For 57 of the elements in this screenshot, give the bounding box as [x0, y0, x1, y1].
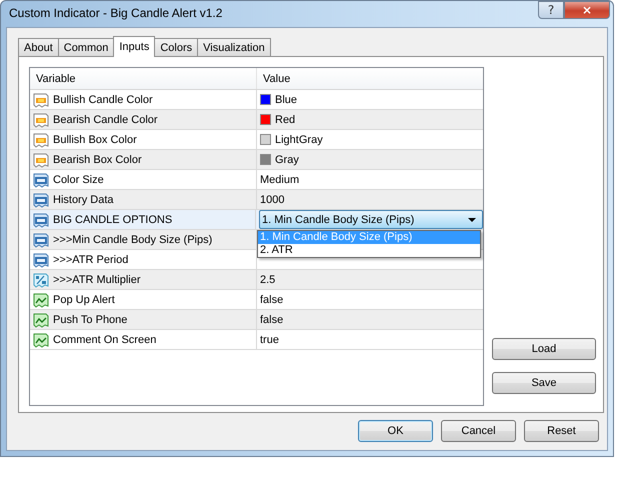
- side-button[interactable]: Load: [492, 338, 596, 360]
- variable-name: Bullish Candle Color: [53, 94, 153, 106]
- tab[interactable]: Visualization: [197, 38, 271, 56]
- variable-name: Color Size: [53, 174, 104, 186]
- table-row[interactable]: >>>ATR Multiplier 2.5: [30, 270, 483, 290]
- variable-value: 1000: [260, 194, 284, 206]
- variable-value: LightGray: [275, 134, 323, 146]
- variable-name: History Data: [53, 194, 114, 206]
- table-row[interactable]: Bearish Box Color Gray: [30, 150, 483, 170]
- variable-value: 2.5: [260, 274, 276, 286]
- tab[interactable]: About: [18, 38, 59, 56]
- variable-name: >>>ATR Multiplier: [53, 274, 141, 286]
- tab[interactable]: Inputs: [113, 36, 156, 57]
- variable-value: false: [260, 294, 284, 306]
- color-input-icon: [33, 112, 49, 128]
- tab[interactable]: Common: [58, 38, 114, 56]
- close-button[interactable]: ×: [564, 1, 610, 19]
- dialog-button[interactable]: Reset: [524, 420, 599, 442]
- variable-name: >>>Min Candle Body Size (Pips): [53, 234, 212, 246]
- table-row[interactable]: Bearish Candle Color Red: [30, 110, 483, 130]
- value-dropdown[interactable]: 1. Min Candle Body Size (Pips): [259, 210, 483, 229]
- color-input-icon: [33, 152, 49, 168]
- side-button[interactable]: Save: [492, 372, 596, 394]
- number-input-icon: [33, 192, 49, 208]
- variable-name: Bullish Box Color: [53, 134, 137, 146]
- color-input-icon: [33, 132, 49, 148]
- variable-name: BIG CANDLE OPTIONS: [53, 214, 172, 226]
- column-header[interactable]: Variable: [30, 68, 257, 89]
- variable-value: Gray: [275, 154, 299, 166]
- color-input-icon: [33, 92, 49, 108]
- window-title: Custom Indicator - Big Candle Alert v1.2: [8, 5, 222, 20]
- dialog-button[interactable]: OK: [358, 420, 433, 442]
- variable-value: false: [260, 314, 284, 326]
- variable-name: Pop Up Alert: [53, 294, 115, 306]
- variable-value: Blue: [275, 94, 298, 106]
- variable-name: Bearish Candle Color: [53, 114, 158, 126]
- toggle-input-icon: [33, 312, 49, 328]
- help-button[interactable]: ?: [538, 1, 564, 19]
- table-row[interactable]: Push To Phone false: [30, 310, 483, 330]
- variable-name: Comment On Screen: [53, 334, 156, 346]
- toggle-input-icon: [33, 332, 49, 348]
- toggle-input-icon: [33, 292, 49, 308]
- number-input-icon: [33, 252, 49, 268]
- variable-value: Medium: [260, 174, 300, 186]
- caret-icon: [468, 218, 476, 222]
- table-row[interactable]: History Data 1000: [30, 190, 483, 210]
- column-header[interactable]: Value: [257, 68, 290, 89]
- variable-value: Red: [275, 114, 296, 126]
- variable-value: true: [260, 334, 279, 346]
- fraction-input-icon: [33, 272, 49, 288]
- table-row[interactable]: Comment On Screen true: [30, 330, 483, 350]
- dialog-button[interactable]: Cancel: [441, 420, 516, 442]
- number-input-icon: [33, 232, 49, 248]
- tab[interactable]: Colors: [154, 38, 198, 56]
- variable-name: Bearish Box Color: [53, 154, 142, 166]
- number-input-icon: [33, 172, 49, 188]
- variable-name: Push To Phone: [53, 314, 128, 326]
